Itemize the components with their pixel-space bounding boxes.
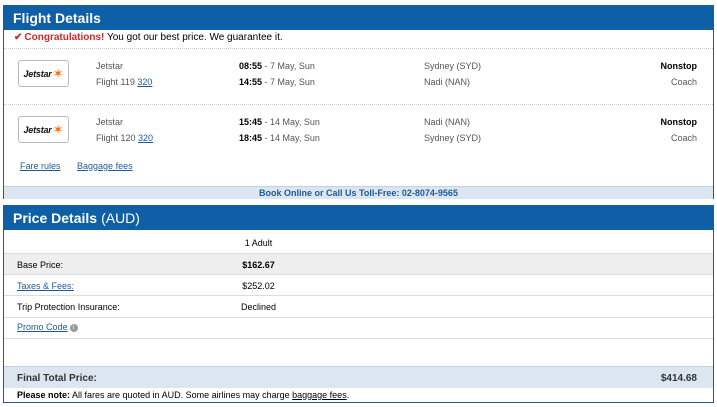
fare-note: Please note: All fares are quoted in AUD… [17, 390, 349, 400]
taxes-row: Taxes & Fees: $252.02 [4, 274, 713, 295]
final-total-row: Final Total Price: $414.68 [4, 366, 713, 388]
note-text: All fares are quoted in AUD. Some airlin… [70, 390, 293, 400]
congrats-strong: Congratulations! [24, 32, 105, 43]
divider [4, 338, 713, 339]
star-icon: ✶ [52, 66, 64, 81]
flight-number-text: Flight 120 [96, 133, 136, 143]
to-city: Sydney (SYD) [424, 133, 482, 143]
flight-number: Flight 120 320 [96, 133, 153, 143]
cabin-class: Coach [670, 77, 697, 87]
currency-label: (AUD) [101, 210, 140, 226]
divider [4, 317, 713, 318]
arrive-time-value: 18:45 [239, 133, 263, 143]
arrive-date: - 14 May, Sun [262, 133, 320, 143]
note-bold: Please note: [17, 390, 71, 400]
flight-row: Jetstar ✶ Jetstar Flight 120 320 15:45 - … [4, 112, 713, 152]
final-total-value: $414.68 [660, 373, 697, 384]
depart-date: - 14 May, Sun [262, 117, 320, 127]
to-city: Nadi (NAN) [424, 77, 471, 87]
flight-number: Flight 119 320 [96, 77, 152, 87]
passenger-row: 1 Adult [4, 232, 713, 253]
baggage-fees-note-link[interactable]: baggage fees [292, 390, 347, 400]
promo-code-link[interactable]: Promo Code [17, 322, 68, 332]
arrive-time-value: 14:55 [239, 77, 263, 87]
cabin-class: Coach [670, 133, 697, 143]
depart-time-value: 15:45 [239, 117, 263, 127]
jetstar-logo-text: Jetstar [23, 68, 52, 79]
stops: Nonstop [660, 117, 698, 127]
price-details-title: Price Details [13, 210, 98, 226]
depart-date: - 7 May, Sun [262, 61, 315, 71]
baggage-fees-link[interactable]: Baggage fees [77, 161, 133, 171]
depart-time: 15:45 - 14 May, Sun [239, 117, 320, 127]
jetstar-logo: Jetstar ✶ [18, 116, 69, 143]
aircraft-link[interactable]: 320 [137, 77, 152, 87]
promo-code: Promo Code i [17, 322, 78, 332]
base-price-row: Base Price: $162.67 [4, 253, 713, 274]
insurance-value: Declined [240, 302, 277, 312]
from-city: Sydney (SYD) [424, 61, 482, 71]
airline-name: Jetstar [96, 61, 124, 71]
airline-name: Jetstar [96, 117, 124, 127]
aircraft-link[interactable]: 320 [138, 133, 153, 143]
passenger-count: 1 Adult [244, 238, 273, 248]
insurance-row: Trip Protection Insurance: Declined [4, 295, 713, 316]
depart-time-value: 08:55 [239, 61, 263, 71]
divider [4, 104, 713, 105]
stops: Nonstop [660, 61, 698, 71]
taxes-fees-value: $252.02 [242, 281, 275, 291]
base-price-label: Base Price: [17, 260, 64, 270]
taxes-fees-link[interactable]: Taxes & Fees: [17, 281, 74, 291]
price-details-header: Price Details (AUD) [4, 206, 713, 230]
final-total-label: Final Total Price: [17, 373, 97, 384]
check-icon: ✔ [14, 32, 23, 43]
flight-row: Jetstar ✶ Jetstar Flight 119 320 08:55 - … [4, 56, 713, 96]
star-icon: ✶ [52, 122, 64, 137]
divider [4, 48, 713, 49]
congrats-message: ✔ Congratulations! You got our best price… [14, 32, 283, 43]
congrats-text: You got our best price. We guarantee it. [104, 32, 283, 43]
jetstar-logo-text: Jetstar [23, 124, 52, 135]
from-city: Nadi (NAN) [424, 117, 471, 127]
tollfree-banner: Book Online or Call Us Toll-Free: 02-807… [4, 186, 713, 199]
arrive-time: 14:55 - 7 May, Sun [239, 77, 315, 87]
note-end: . [346, 390, 350, 400]
base-price-value: $162.67 [242, 260, 275, 270]
flight-number-text: Flight 119 [96, 77, 135, 87]
depart-time: 08:55 - 7 May, Sun [239, 61, 315, 71]
insurance-label: Trip Protection Insurance: [17, 302, 120, 312]
arrive-date: - 7 May, Sun [262, 77, 315, 87]
flight-details-header: Flight Details [4, 6, 713, 30]
fare-links: Fare rules Baggage fees [20, 161, 147, 171]
price-details-panel: Price Details (AUD) 1 Adult Base Price: … [3, 205, 714, 403]
arrive-time: 18:45 - 14 May, Sun [239, 133, 320, 143]
fare-rules-link[interactable]: Fare rules [20, 161, 61, 171]
info-icon[interactable]: i [69, 323, 78, 332]
flight-details-title: Flight Details [13, 10, 101, 26]
jetstar-logo: Jetstar ✶ [18, 60, 69, 87]
flight-details-panel: Flight Details ✔ Congratulations! You got… [3, 5, 714, 199]
